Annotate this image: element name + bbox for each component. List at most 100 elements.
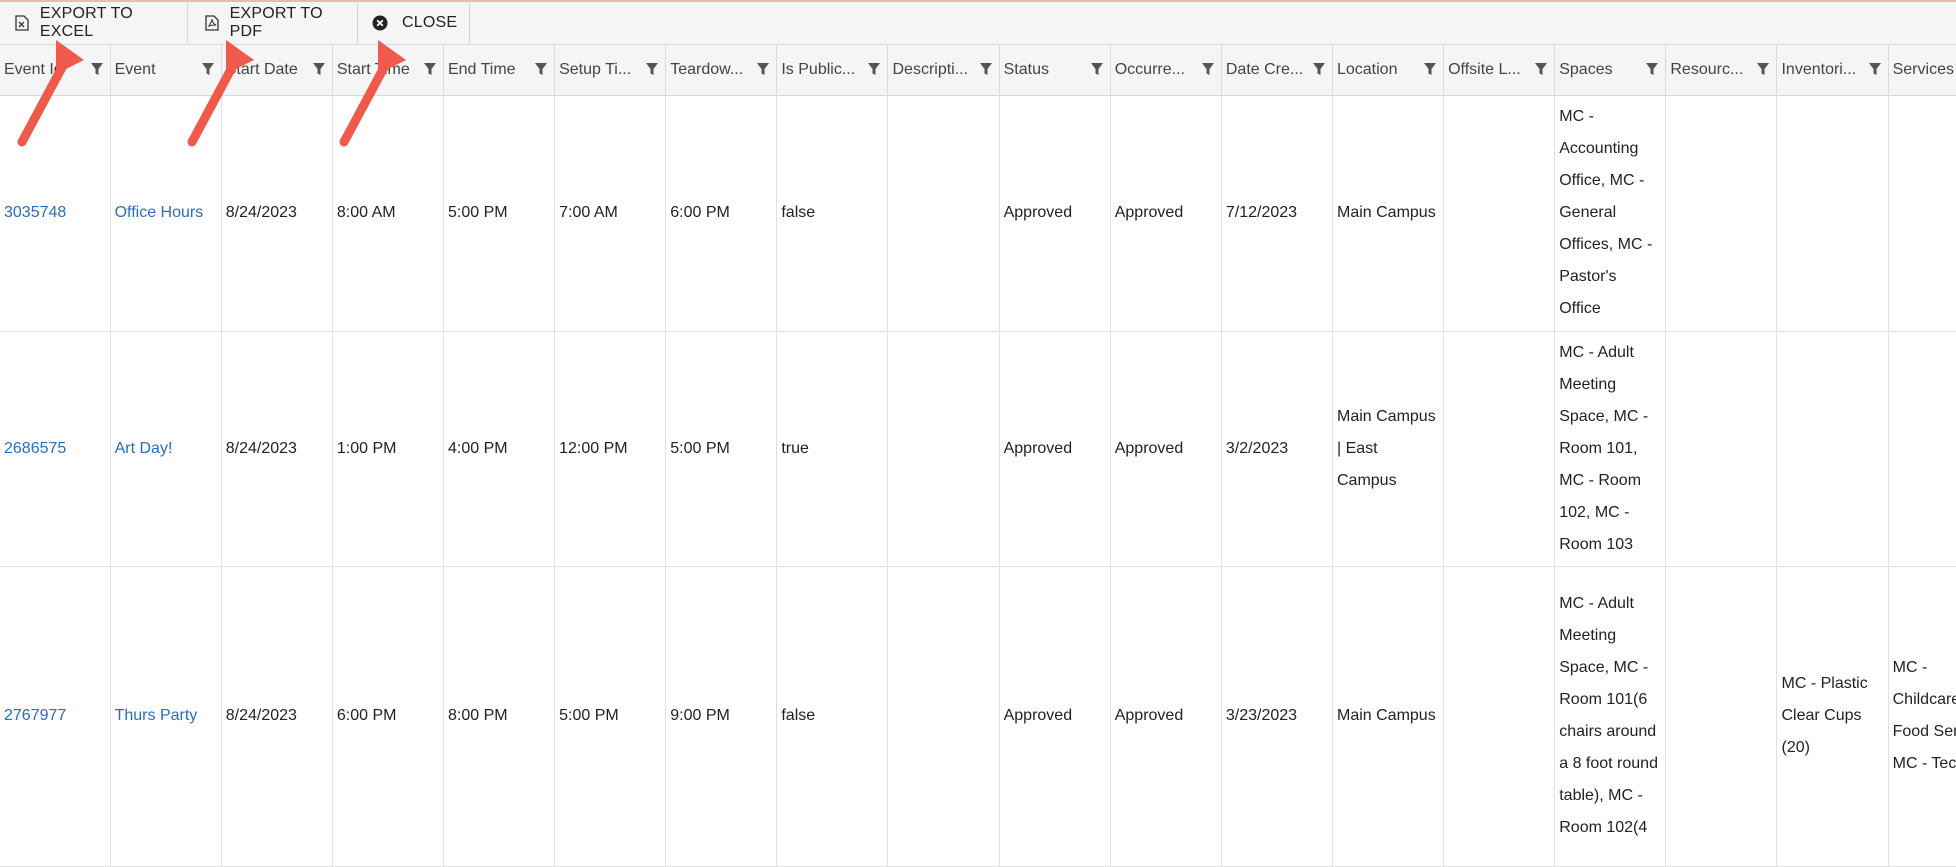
inventories-cell [1776,331,1889,567]
export-to-excel-label: EXPORT TO EXCEL [39,5,133,40]
occurrence-cell: Approved [1110,566,1222,867]
services-cell [1888,331,1956,567]
teardown-time-cell: 9:00 PM [665,566,778,867]
setup-time-cell: 7:00 AM [554,95,667,332]
column-header-location[interactable]: Location [1332,45,1445,96]
filter-icon[interactable] [756,61,770,77]
resources-cell [1665,95,1778,332]
filter-icon[interactable] [534,61,548,77]
teardown-time-cell: 6:00 PM [665,95,778,332]
filter-icon[interactable] [312,61,326,77]
is-public-cell: false [776,95,889,332]
pdf-file-icon [204,14,220,32]
filter-icon[interactable] [1090,61,1104,77]
location-cell: Main Campus [1332,95,1445,332]
description-cell [887,331,1000,567]
occurrence-cell: Approved [1110,331,1222,567]
description-cell [887,95,1000,332]
inventories-cell: MC - Plastic Clear Cups (20) [1776,566,1889,867]
services-cell [1888,95,1956,332]
column-header-is-public[interactable]: Is Public... [776,45,889,96]
setup-time-cell: 5:00 PM [554,566,667,867]
date-created-cell: 3/23/2023 [1221,566,1333,867]
event-id-link[interactable]: 2686575 [0,331,111,567]
column-header-spaces[interactable]: Spaces [1554,45,1667,96]
start-date-cell: 8/24/2023 [221,95,333,332]
date-created-cell: 3/2/2023 [1221,331,1333,567]
event-id-link[interactable]: 3035748 [0,95,111,332]
status-cell: Approved [999,566,1111,867]
column-header-occurrence[interactable]: Occurre... [1110,45,1222,96]
filter-icon[interactable] [1868,61,1882,77]
filter-icon[interactable] [1756,61,1770,77]
column-header-teardown-time[interactable]: Teardow... [665,45,778,96]
export-to-excel-button[interactable]: EXPORT TO EXCEL [0,2,188,44]
filter-icon[interactable] [1645,61,1659,77]
offsite-location-cell [1443,95,1556,332]
start-date-cell: 8/24/2023 [221,331,333,567]
status-cell: Approved [999,331,1111,567]
column-header-start-time[interactable]: Start Time [332,45,444,96]
filter-icon[interactable] [1201,61,1215,77]
export-to-pdf-label: EXPORT TO PDF [229,5,323,40]
close-label: CLOSE [402,14,458,31]
events-table: Event Id Event Start Date Start Time End… [0,45,1956,867]
column-header-event[interactable]: Event [110,45,222,96]
filter-icon[interactable] [1423,61,1437,77]
filter-icon[interactable] [645,61,659,77]
column-header-date-created[interactable]: Date Cre... [1221,45,1333,96]
offsite-location-cell [1443,566,1556,867]
status-cell: Approved [999,95,1111,332]
column-header-status[interactable]: Status [999,45,1111,96]
column-header-resources[interactable]: Resourc... [1665,45,1778,96]
filter-icon[interactable] [867,61,881,77]
event-name-link[interactable]: Art Day! [110,331,222,567]
toolbar: EXPORT TO EXCEL EXPORT TO PDF CLOSE [0,2,1956,45]
resources-cell [1665,331,1778,567]
column-header-end-time[interactable]: End Time [443,45,556,96]
end-time-cell: 5:00 PM [443,95,556,332]
filter-icon[interactable] [1312,61,1326,77]
start-time-cell: 8:00 AM [332,95,444,332]
filter-icon[interactable] [1534,61,1548,77]
event-name-link[interactable]: Thurs Party [110,566,222,867]
column-header-services[interactable]: Services [1888,45,1956,96]
inventories-cell [1776,95,1889,332]
description-cell [887,566,1000,867]
offsite-location-cell [1443,331,1556,567]
column-header-event-id[interactable]: Event Id [0,45,111,96]
export-to-pdf-button[interactable]: EXPORT TO PDF [188,2,358,44]
teardown-time-cell: 5:00 PM [665,331,778,567]
events-grid: Event Id Event Start Date Start Time End… [0,45,1956,867]
filter-icon[interactable] [90,61,104,77]
location-cell: Main Campus | East Campus [1332,331,1445,567]
start-time-cell: 1:00 PM [332,331,444,567]
end-time-cell: 8:00 PM [443,566,556,867]
spaces-cell: MC - Adult Meeting Space, MC - Room 101,… [1554,331,1667,567]
filter-icon[interactable] [201,61,215,77]
excel-file-icon [14,14,30,32]
date-created-cell: 7/12/2023 [1221,95,1333,332]
spaces-cell: MC - Accounting Office, MC - General Off… [1554,95,1667,332]
close-button[interactable]: CLOSE [358,2,470,44]
column-header-start-date[interactable]: Start Date [221,45,333,96]
resources-cell [1665,566,1778,867]
spaces-cell: MC - Adult Meeting Space, MC - Room 101(… [1554,566,1667,867]
event-id-link[interactable]: 2767977 [0,566,111,867]
header-row: Event Id Event Start Date Start Time End… [0,45,1956,96]
filter-icon[interactable] [423,61,437,77]
filter-icon[interactable] [979,61,993,77]
occurrence-cell: Approved [1110,95,1222,332]
close-circle-icon [372,14,388,32]
event-name-link[interactable]: Office Hours [110,95,222,332]
services-cell: MC - Childcare, Food Service, MC - Tech … [1888,566,1956,867]
location-cell: Main Campus [1332,566,1445,867]
setup-time-cell: 12:00 PM [554,331,667,567]
column-header-offsite-location[interactable]: Offsite L... [1443,45,1556,96]
column-header-inventories[interactable]: Inventori... [1776,45,1889,96]
column-header-description[interactable]: Descripti... [887,45,1000,96]
start-time-cell: 6:00 PM [332,566,444,867]
is-public-cell: false [776,566,889,867]
table-row: 2686575 Art Day! 8/24/2023 1:00 PM 4:00 … [0,331,1956,567]
column-header-setup-time[interactable]: Setup Ti... [554,45,667,96]
